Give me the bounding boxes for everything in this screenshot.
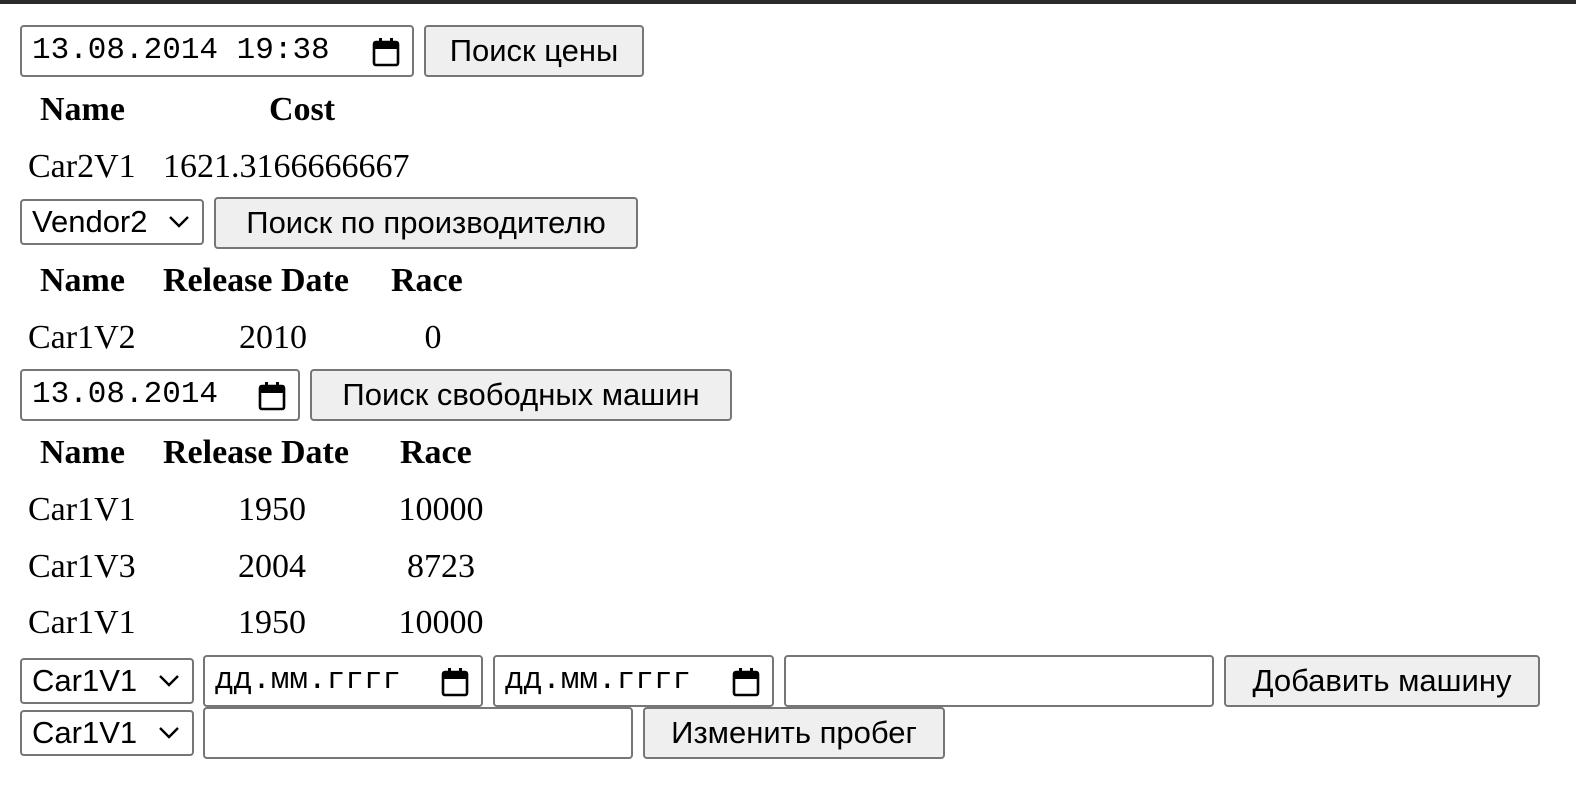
change-mileage-button[interactable]: Изменить пробег [643,707,945,759]
vendor-cell-release-date: 2010 [239,319,307,356]
price-cell-cost: 1621.3166666667 [163,148,410,185]
table-row-race: 10000 [398,491,484,528]
vendor-select-value: Vendor2 [32,204,148,239]
table-row-name: Car1V3 [28,548,136,585]
mileage-input[interactable] [203,707,633,759]
rent-start-date-input[interactable]: дд.мм.гггг [203,655,483,707]
rent-end-date-placeholder: дд.мм.гггг [505,663,692,698]
add-car-text-input[interactable] [784,655,1214,707]
table-row-release-date: 1950 [238,491,306,528]
price-header-name: Name [40,91,125,128]
calendar-icon[interactable] [732,667,760,697]
mileage-car-select[interactable]: Car1V1 [20,710,194,756]
table-row-race: 10000 [398,604,484,641]
table-row-race: 8723 [407,548,475,585]
table-row-release-date: 1950 [238,604,306,641]
price-cell-name: Car2V1 [28,148,136,185]
calendar-icon[interactable] [372,37,400,67]
table-row-release-date: 2004 [238,548,306,585]
price-datetime-input[interactable]: 13.08.2014 19:38 [20,25,414,77]
free-header-release-date: Release Date [163,434,349,471]
window-top-border [0,0,1576,4]
add-car-select-value: Car1V1 [32,663,138,698]
vendor-header-name: Name [40,262,125,299]
chevron-down-icon [159,727,179,739]
calendar-icon[interactable] [258,381,286,411]
chevron-down-icon [169,216,189,228]
price-datetime-value: 13.08.2014 19:38 [32,33,330,68]
mileage-car-select-value: Car1V1 [32,715,138,750]
free-header-race: Race [400,434,472,471]
search-free-cars-button[interactable]: Поиск свободных машин [310,369,732,421]
search-by-vendor-button[interactable]: Поиск по производителю [214,197,638,249]
price-header-cost: Cost [269,91,336,128]
vendor-header-race: Race [391,262,463,299]
vendor-select[interactable]: Vendor2 [20,199,204,245]
free-header-name: Name [40,434,125,471]
chevron-down-icon [159,675,179,687]
rent-start-date-placeholder: дд.мм.гггг [215,663,402,698]
vendor-cell-race: 0 [424,319,442,356]
free-cars-date-value: 13.08.2014 [32,377,219,412]
vendor-header-release-date: Release Date [163,262,349,299]
calendar-icon[interactable] [441,667,469,697]
free-cars-date-input[interactable]: 13.08.2014 [20,369,300,421]
table-row-name: Car1V1 [28,604,136,641]
search-price-button[interactable]: Поиск цены [424,25,644,77]
table-row-name: Car1V1 [28,491,136,528]
add-car-button[interactable]: Добавить машину [1224,655,1540,707]
rent-end-date-input[interactable]: дд.мм.гггг [493,655,774,707]
add-car-select[interactable]: Car1V1 [20,658,194,704]
vendor-cell-name: Car1V2 [28,319,136,356]
